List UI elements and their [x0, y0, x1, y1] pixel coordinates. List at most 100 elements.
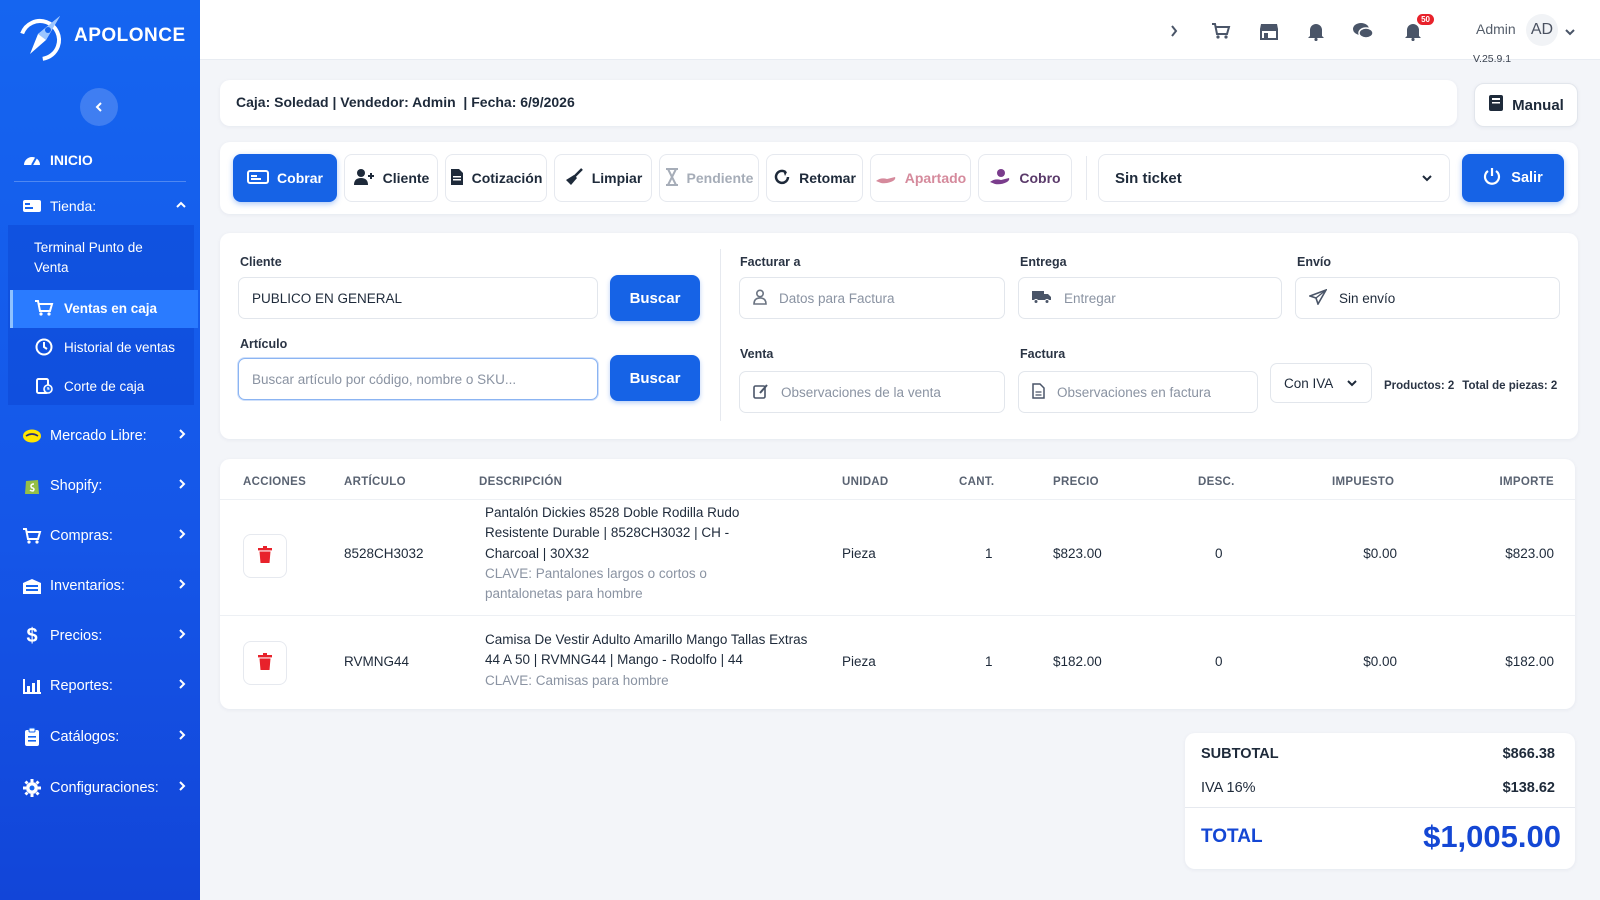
cliente-button[interactable]: Cliente: [344, 154, 438, 202]
sale-form: Cliente PUBLICO EN GENERAL Buscar Artícu…: [220, 233, 1578, 439]
importe-cell: $182.00: [1505, 654, 1554, 669]
hourglass-icon: [665, 167, 679, 189]
user-icon: [753, 288, 767, 308]
nav-label: Configuraciones:: [50, 780, 159, 796]
sidebar-item-corte-de-caja[interactable]: Corte de caja: [34, 376, 144, 396]
session-info-bar: Caja: Soledad | Vendedor: Admin | Fecha:…: [220, 80, 1457, 126]
nav-mercado-libre[interactable]: Mercado Libre:: [22, 426, 187, 446]
cash-icon: [247, 169, 270, 188]
bell-icon[interactable]: [1305, 20, 1327, 42]
delete-row-button[interactable]: [243, 641, 287, 685]
chart-icon: [22, 676, 42, 696]
nav-shopify[interactable]: Shopify:: [22, 476, 187, 496]
pendiente-button[interactable]: Pendiente: [659, 154, 759, 202]
iva-value: $138.62: [1502, 780, 1555, 796]
ticket-select[interactable]: Sin ticket: [1098, 154, 1450, 202]
envio-label: Envío: [1297, 255, 1332, 269]
logo[interactable]: APOLONCE: [16, 10, 186, 62]
retomar-label: Retomar: [799, 170, 856, 186]
envio-input[interactable]: Sin envío: [1295, 277, 1560, 319]
chevron-right-icon: [177, 678, 187, 694]
iva-select[interactable]: Con IVA: [1270, 363, 1372, 403]
nav-reportes[interactable]: Reportes:: [22, 676, 187, 696]
nav-configuraciones[interactable]: Configuraciones:: [22, 778, 187, 798]
retomar-button[interactable]: Retomar: [766, 154, 863, 202]
nav-inicio[interactable]: INICIO: [22, 150, 93, 170]
buscar-articulo-button[interactable]: Buscar: [610, 355, 700, 401]
chevron-right-icon: [177, 780, 187, 796]
nav-label: Precios:: [50, 628, 103, 644]
limpiar-button[interactable]: Limpiar: [554, 154, 652, 202]
document-icon: [450, 168, 464, 189]
sidebar-item-terminal-punto-de-venta[interactable]: Terminal Punto de Venta: [34, 238, 154, 278]
nav-compras[interactable]: Compras:: [22, 526, 187, 546]
precio-cell: $182.00: [1053, 654, 1102, 669]
chevron-right-icon[interactable]: [1163, 20, 1185, 42]
buscar-cliente-button[interactable]: Buscar: [610, 275, 700, 321]
sidebar-item-label: Terminal Punto de Venta: [34, 240, 143, 275]
apartado-button[interactable]: Apartado: [870, 154, 971, 202]
nav-label: Catálogos:: [50, 729, 120, 745]
column-header-importe: IMPORTE: [1499, 476, 1554, 488]
chevron-left-icon: [95, 102, 102, 112]
avatar[interactable]: AD: [1526, 14, 1558, 46]
factura-observaciones-input[interactable]: Observaciones en factura: [1018, 371, 1258, 413]
cobro-label: Cobro: [1019, 170, 1061, 186]
shopify-icon: [22, 476, 42, 496]
sidebar-item-historial-de-ventas[interactable]: Historial de ventas: [34, 337, 175, 357]
chevron-down-icon[interactable]: [1564, 24, 1576, 40]
nav-inventarios[interactable]: Inventarios:: [22, 576, 187, 596]
logo-text: APOLONCE: [74, 25, 186, 46]
descripcion-cell: Camisa De Vestir Adulto Amarillo Mango T…: [485, 630, 825, 691]
cotizacion-button[interactable]: Cotización: [445, 154, 547, 202]
truck-icon: [1032, 290, 1052, 307]
nav-catalogos[interactable]: Catálogos:: [22, 727, 187, 747]
power-icon: [1483, 167, 1501, 189]
nav-precios[interactable]: $ Precios:: [22, 625, 187, 647]
iva-row: IVA 16% $138.62: [1201, 780, 1555, 796]
factura-placeholder: Observaciones en factura: [1057, 384, 1211, 400]
pendiente-label: Pendiente: [686, 170, 754, 186]
chevron-right-icon: [177, 628, 187, 644]
column-header-acciones: ACCIONES: [243, 476, 307, 488]
alerts-bell-icon[interactable]: 50: [1402, 14, 1434, 42]
column-header-desc: DESC.: [1198, 476, 1235, 488]
cant-cell: 1: [985, 546, 993, 561]
column-header-cant: CANT.: [959, 476, 995, 488]
articulo-search-input[interactable]: Buscar artículo por código, nombre o SKU…: [238, 358, 598, 400]
apartado-label: Apartado: [904, 170, 967, 186]
column-header-articulo: ARTÍCULO: [344, 476, 406, 488]
trash-icon: [257, 652, 273, 674]
nav-tienda[interactable]: Tienda:: [22, 196, 187, 216]
cobrar-label: Cobrar: [277, 170, 323, 186]
total-label: TOTAL: [1201, 826, 1263, 847]
manual-label: Manual: [1512, 96, 1564, 114]
cobrar-button[interactable]: Cobrar: [233, 154, 337, 202]
gear-icon: [22, 778, 42, 798]
manual-button[interactable]: Manual: [1474, 83, 1578, 127]
articulo-placeholder: Buscar artículo por código, nombre o SKU…: [252, 371, 517, 387]
entrega-input[interactable]: Entregar: [1018, 277, 1282, 319]
salir-button[interactable]: Salir: [1462, 154, 1564, 202]
chevron-right-icon: [177, 729, 187, 745]
descripcion-text: Pantalón Dickies 8528 Doble Rodilla Rudo…: [485, 505, 740, 561]
cobro-button[interactable]: Cobro: [978, 154, 1072, 202]
collapse-sidebar-button[interactable]: [80, 88, 118, 126]
subtotal-row: SUBTOTAL $866.38: [1201, 746, 1555, 762]
facturar-placeholder: Datos para Factura: [779, 290, 895, 306]
entrega-label: Entrega: [1020, 255, 1067, 269]
facturar-input[interactable]: Datos para Factura: [739, 277, 1005, 319]
chat-icon[interactable]: [1352, 20, 1374, 42]
cart-icon[interactable]: [1210, 20, 1232, 42]
store-icon[interactable]: [1258, 20, 1280, 42]
sidebar-item-ventas-en-caja[interactable]: Ventas en caja: [34, 298, 157, 318]
edit-icon: [753, 383, 769, 402]
chevron-down-icon: [1346, 376, 1358, 391]
user-name[interactable]: Admin: [1476, 21, 1516, 37]
action-toolbar: Cobrar Cliente Cotización Limpiar Pendie…: [220, 142, 1578, 214]
hand-coin-icon: [989, 168, 1011, 189]
delete-row-button[interactable]: [243, 534, 287, 578]
venta-observaciones-input[interactable]: Observaciones de la venta: [739, 371, 1005, 413]
cart-icon: [34, 298, 54, 318]
cliente-input[interactable]: PUBLICO EN GENERAL: [238, 277, 598, 319]
